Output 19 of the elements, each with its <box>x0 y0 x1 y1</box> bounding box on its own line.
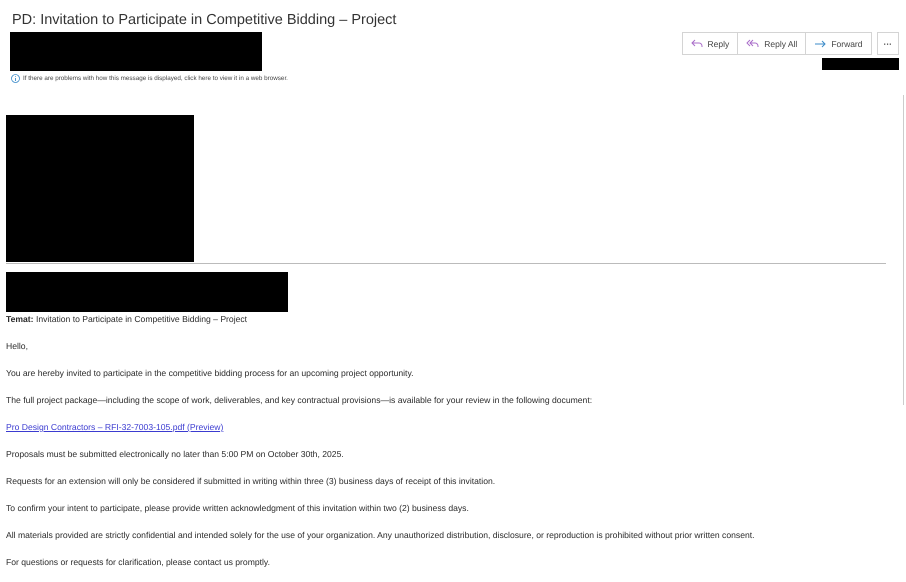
body-paragraph: All materials provided are strictly confidential and intended solely for the use of your organization. Any unauthorized distribution, disclosure, or reproduction is prohibited without prior written consent. <box>6 530 756 541</box>
forward-button[interactable]: Forward <box>805 32 872 55</box>
body-paragraph: The full project package—including the scope of work, deliverables, and key contractual provisions—is available for your review in the following document: <box>6 395 594 406</box>
more-button[interactable]: ··· <box>876 32 899 55</box>
body-paragraph: Hello, <box>6 341 29 352</box>
body-paragraph: For questions or requests for clarification, please contact us promptly. <box>6 557 271 568</box>
document-link[interactable]: Pro Design Contractors – RFI-32-7003-105.pdf (Preview) <box>6 422 224 433</box>
body-paragraph: To confirm your intent to participate, please provide written acknowledgment of this invitation within two (2) business days. <box>6 503 470 514</box>
message-subject: PD: Invitation to Participate in Competitive Bidding – Project <box>12 12 396 28</box>
info-icon <box>11 74 20 83</box>
body-paragraph: You are hereby invited to participate in the competitive bidding process for an upcoming project opportunity. <box>6 368 414 379</box>
reply-all-button[interactable]: Reply All <box>737 32 806 55</box>
body-paragraph: Proposals must be submitted electronically no later than 5:00 PM on October 30th, 2025. <box>6 449 345 460</box>
reply-icon <box>690 39 702 48</box>
reply-button[interactable]: Reply <box>682 32 738 55</box>
body-paragraph: Requests for an extension will only be considered if submitted in writing within three (3) business days of receipt of this invitation. <box>6 476 496 487</box>
arrow-right-icon <box>814 40 826 48</box>
reply-all-icon <box>746 39 760 48</box>
subject-line: Temat: Invitation to Participate in Competitive Bidding – Project <box>6 314 248 325</box>
